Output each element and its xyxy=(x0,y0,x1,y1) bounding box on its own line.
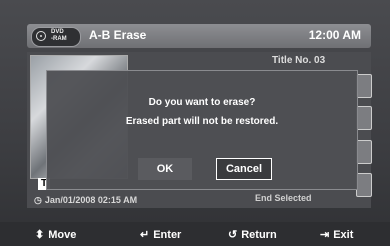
footer-exit: ⇥ Exit xyxy=(320,228,353,241)
recording-date: ◷ Jan/01/2008 02:15 AM xyxy=(34,195,137,206)
return-icon: ↺ xyxy=(228,229,238,241)
ok-button[interactable]: OK xyxy=(138,158,192,180)
disc-label: DVD -RAM xyxy=(51,29,67,43)
footer-move: ⬍ Move xyxy=(35,228,76,241)
title-number: Title No. 03 xyxy=(272,55,326,66)
side-tab xyxy=(356,140,372,164)
recording-date-text: Jan/01/2008 02:15 AM xyxy=(44,195,138,205)
cancel-button[interactable]: Cancel xyxy=(216,158,272,180)
footer-enter: ↵ Enter xyxy=(140,228,181,241)
screen: DVD -RAM A-B Erase 12:00 AM Title No. 03… xyxy=(0,0,390,246)
footer-help-bar: ⬍ Move ↵ Enter ↺ Return ⇥ Exit xyxy=(0,222,390,246)
clock-time: 12:00 AM xyxy=(308,28,361,42)
footer-enter-label: Enter xyxy=(153,229,182,241)
footer-return: ↺ Return xyxy=(228,228,277,241)
disc-label-line2: -RAM xyxy=(51,36,67,42)
disc-label-line1: DVD xyxy=(51,29,64,35)
footer-move-label: Move xyxy=(48,229,77,241)
disc-badge: DVD -RAM xyxy=(31,27,81,47)
exit-icon: ⇥ xyxy=(320,229,330,241)
end-selected-label: End Selected xyxy=(255,193,312,203)
page-title: A-B Erase xyxy=(89,28,147,42)
side-tab xyxy=(356,173,372,197)
disc-icon xyxy=(36,31,46,41)
footer-return-label: Return xyxy=(241,229,277,241)
dialog-warning: Erased part will not be restored. xyxy=(125,116,279,127)
up-down-arrow-icon: ⬍ xyxy=(35,229,45,241)
dialog-question: Do you want to erase? xyxy=(148,97,256,108)
enter-icon: ↵ xyxy=(140,229,150,241)
erase-confirm-dialog: Do you want to erase? Erased part will n… xyxy=(46,70,358,190)
clock-icon: ◷ xyxy=(34,195,42,205)
header-bar: DVD -RAM A-B Erase 12:00 AM xyxy=(27,24,371,48)
footer-exit-label: Exit xyxy=(333,229,354,241)
side-tab xyxy=(356,74,372,98)
side-tab xyxy=(356,106,372,130)
